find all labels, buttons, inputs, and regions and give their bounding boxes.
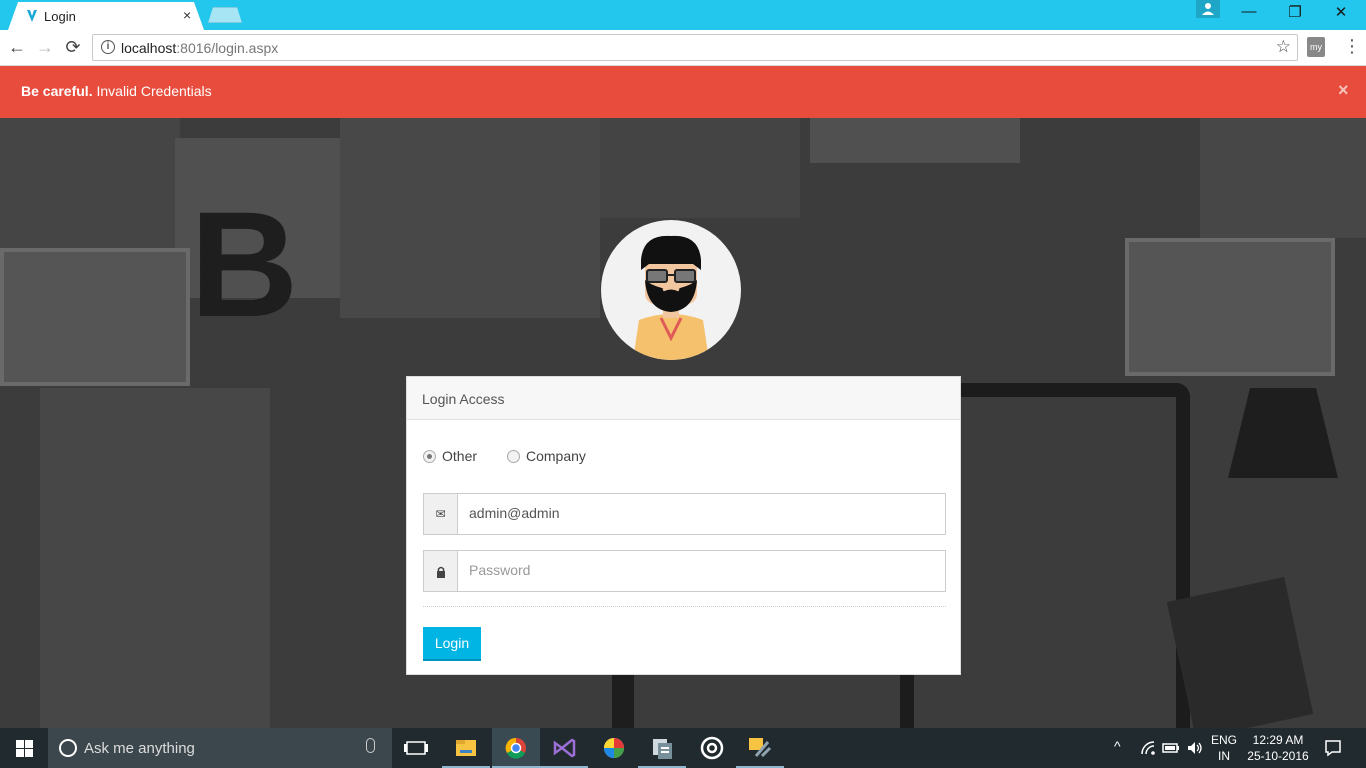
envelope-icon: ✉	[424, 494, 458, 534]
login-button[interactable]: Login	[423, 627, 481, 661]
login-panel: Login Access Other Company ✉ admin@admin…	[406, 376, 961, 675]
target-app-icon[interactable]	[688, 728, 736, 768]
new-tab-button[interactable]	[208, 7, 242, 23]
password-input-group: Password	[423, 550, 946, 592]
panel-heading: Login Access	[407, 377, 960, 420]
alert-close-icon[interactable]: ×	[1338, 80, 1349, 101]
user-avatar	[601, 220, 741, 360]
tools-app-icon[interactable]	[736, 728, 784, 768]
window-close-button[interactable]: ✕	[1321, 3, 1361, 21]
extension-icon[interactable]: my	[1307, 37, 1325, 57]
battery-icon[interactable]	[1162, 741, 1180, 755]
site-info-icon[interactable]: i	[101, 40, 115, 54]
browser-tab-bar: Login × — ❐ ✕	[0, 0, 1366, 30]
tab-close-icon[interactable]: ×	[183, 7, 191, 23]
error-alert: Be careful. Invalid Credentials ×	[0, 66, 1366, 118]
tray-expand-chevron-icon[interactable]: ^	[1114, 738, 1121, 754]
password-input[interactable]: Password	[469, 562, 530, 578]
tab-title: Login	[44, 9, 76, 24]
clock-time[interactable]: 12:29 AM	[1242, 733, 1314, 747]
radio-other-label: Other	[442, 448, 478, 464]
decorative-binder	[1166, 577, 1314, 728]
region-indicator[interactable]: IN	[1210, 749, 1238, 763]
email-input-group: ✉ admin@admin	[423, 493, 946, 535]
visual-studio-icon[interactable]	[540, 728, 588, 768]
site-favicon-icon	[27, 10, 37, 22]
avatar-illustration-icon	[633, 235, 709, 360]
decorative-letter: B	[190, 180, 299, 348]
window-maximize-button[interactable]: ❐	[1275, 3, 1315, 21]
url-text: localhost:8016/login.aspx	[121, 40, 279, 56]
task-view-icon[interactable]	[392, 728, 440, 768]
back-arrow-icon[interactable]: ←	[6, 37, 28, 58]
taskbar-search-box[interactable]: Ask me anything	[48, 728, 392, 768]
browser-menu-icon[interactable]: ⋮	[1343, 36, 1361, 57]
address-bar[interactable]: i localhost:8016/login.aspx ☆	[92, 34, 1298, 61]
decorative-lamp	[1228, 388, 1338, 478]
window-minimize-button[interactable]: —	[1229, 3, 1269, 20]
profile-icon[interactable]	[1196, 0, 1220, 18]
browser-toolbar: ← → ⟳ i localhost:8016/login.aspx ☆ my ⋮	[0, 30, 1366, 66]
bookmark-star-icon[interactable]: ☆	[1276, 37, 1291, 57]
microphone-icon[interactable]	[366, 738, 375, 753]
email-input[interactable]: admin@admin	[469, 505, 559, 521]
language-indicator[interactable]: ENG	[1210, 733, 1238, 747]
radio-company-dot[interactable]	[507, 450, 520, 463]
cortana-icon	[59, 739, 77, 757]
windows-taskbar: Ask me anything ^ ENG IN 12:29 AM 25-10-…	[0, 728, 1366, 768]
chrome-icon[interactable]	[492, 728, 540, 768]
clock-date[interactable]: 25-10-2016	[1242, 749, 1314, 763]
radio-company-label: Company	[526, 448, 586, 464]
reload-icon[interactable]: ⟳	[62, 37, 84, 58]
lock-icon	[424, 551, 458, 591]
action-center-icon[interactable]	[1324, 739, 1342, 757]
windows-logo-icon[interactable]	[16, 740, 33, 757]
wifi-icon[interactable]	[1140, 740, 1156, 756]
radio-other-dot[interactable]	[423, 450, 436, 463]
alert-message: Be careful. Invalid Credentials	[21, 83, 212, 99]
browser-tab-login[interactable]: Login ×	[8, 2, 204, 30]
forward-arrow-icon[interactable]: →	[34, 37, 56, 58]
taskbar-search-placeholder: Ask me anything	[84, 740, 195, 757]
photos-app-icon[interactable]	[590, 728, 638, 768]
volume-icon[interactable]	[1186, 740, 1204, 756]
sql-server-icon[interactable]	[638, 728, 686, 768]
file-explorer-icon[interactable]	[442, 728, 490, 768]
form-divider	[423, 606, 946, 607]
